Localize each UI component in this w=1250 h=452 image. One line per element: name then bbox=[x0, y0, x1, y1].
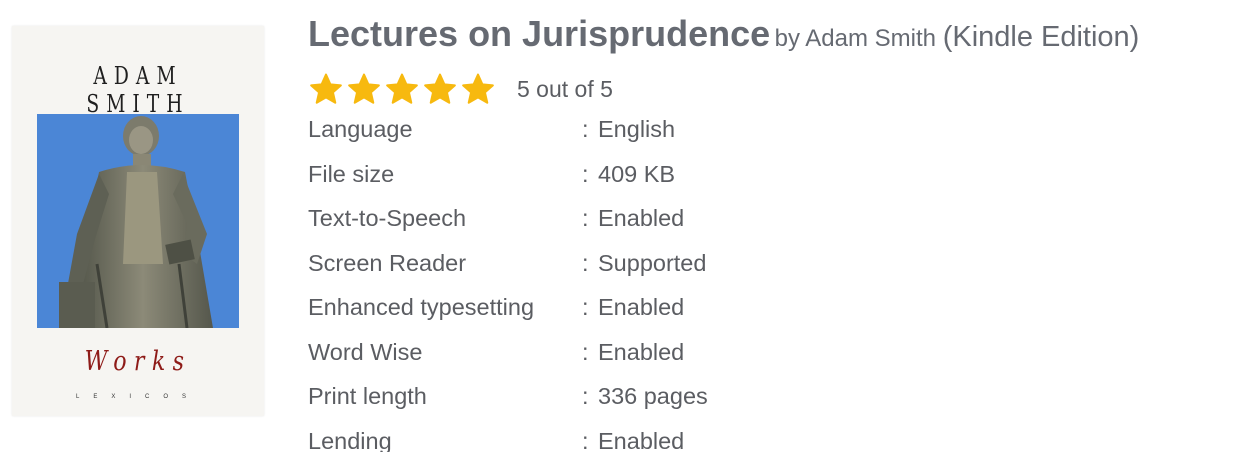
cover-statue-image bbox=[37, 114, 239, 328]
spec-label: Print length bbox=[308, 383, 427, 409]
spec-label: Enhanced typesetting bbox=[308, 294, 535, 320]
title-line: Lectures on Jurisprudence by Adam Smith … bbox=[308, 13, 1139, 55]
rating-text: 5 out of 5 bbox=[517, 75, 613, 102]
by-label: by bbox=[774, 25, 800, 52]
spec-value: Enabled bbox=[598, 294, 685, 320]
spec-label: Lending bbox=[308, 427, 392, 452]
spec-value: 336 pages bbox=[598, 383, 708, 409]
spec-label: Text-to-Speech bbox=[308, 205, 467, 231]
book-title[interactable]: Lectures on Jurisprudence bbox=[308, 13, 770, 54]
book-listing: ADAM SMITH Works LEXICOS Lectures on Jur… bbox=[0, 0, 1250, 452]
spec-value: Enabled bbox=[598, 427, 685, 452]
cover-series: Works bbox=[84, 346, 192, 377]
spec-label: Screen Reader bbox=[308, 249, 467, 276]
spec-value: 409 KB bbox=[598, 160, 676, 187]
byline: by Adam Smith bbox=[775, 25, 943, 52]
star-icon bbox=[462, 73, 494, 104]
spec-separator: : bbox=[582, 160, 589, 187]
star-icon bbox=[424, 73, 456, 104]
spec-label: Language bbox=[308, 116, 413, 142]
spec-separator: : bbox=[582, 294, 589, 320]
author-link[interactable]: Adam Smith bbox=[805, 25, 936, 52]
spec-separator: : bbox=[582, 427, 589, 452]
spec-value: Enabled bbox=[598, 338, 685, 365]
spec-label: File size bbox=[308, 160, 395, 187]
spec-separator: : bbox=[582, 338, 589, 365]
spec-separator: : bbox=[582, 249, 589, 276]
book-cover[interactable]: ADAM SMITH Works LEXICOS bbox=[12, 26, 264, 416]
rating: 5 out of 5 bbox=[308, 72, 613, 106]
spec-value: Supported bbox=[598, 249, 707, 276]
star-icon bbox=[348, 73, 380, 104]
spec-separator: : bbox=[582, 205, 589, 231]
star-icon bbox=[310, 73, 342, 104]
cover-author: ADAM SMITH bbox=[86, 62, 190, 118]
star-icon bbox=[386, 73, 418, 104]
spec-value: Enabled bbox=[598, 205, 685, 231]
statue-illustration bbox=[37, 114, 239, 328]
spec-value: English bbox=[598, 116, 676, 142]
star-rating bbox=[308, 72, 496, 106]
spec-label: Word Wise bbox=[308, 338, 423, 365]
cover-publisher: LEXICOS bbox=[75, 394, 200, 400]
spec-separator: : bbox=[582, 383, 589, 409]
edition-label: (Kindle Edition) bbox=[942, 21, 1140, 53]
spec-separator: : bbox=[582, 116, 589, 142]
